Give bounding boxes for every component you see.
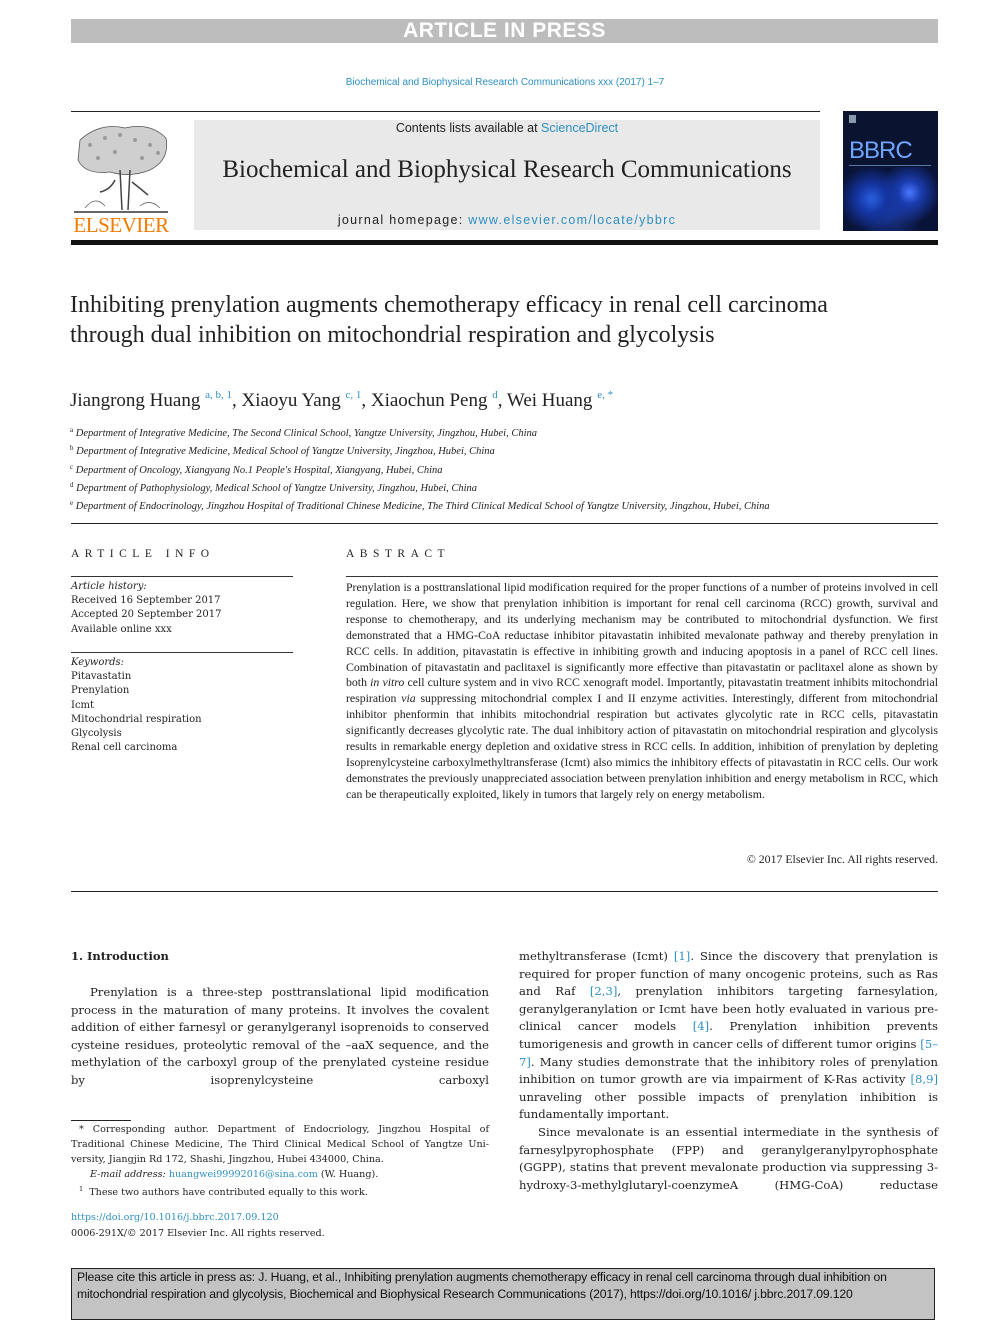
affiliation-key: d	[70, 480, 74, 489]
keyword-item: Renal cell carcinoma	[71, 742, 178, 754]
affiliation-item: e Department of Endocrinology, Jingzhou …	[70, 496, 830, 514]
affiliation-text: Department of Endocrinology, Jingzhou Ho…	[75, 501, 770, 513]
author-affiliation-marker[interactable]: a, b, 1	[205, 389, 232, 401]
footnote-marker: 1	[79, 1185, 84, 1193]
author-separator: ,	[361, 390, 371, 411]
doi-block: https://doi.org/10.1016/j.bbrc.2017.09.1…	[71, 1210, 489, 1241]
intro-left-column: Prenylation is a three-step posttranslat…	[71, 984, 489, 1090]
journal-reference-link[interactable]: Biochemical and Biophysical Research Com…	[0, 77, 992, 88]
keyword-item: Icmt	[71, 699, 95, 711]
citation-link[interactable]: [1]	[674, 949, 690, 963]
header-rule	[71, 111, 820, 112]
affiliation-text: Department of Integrative Medicine, The …	[75, 428, 537, 439]
author-name: Wei Huang	[506, 390, 593, 411]
masthead-thick-rule	[71, 240, 938, 245]
affiliation-key: a	[70, 426, 74, 434]
email-note: E-mail address: huangwei99992016@sina.co…	[71, 1167, 489, 1182]
affiliation-item: c Department of Oncology, Xiangyang No.1…	[70, 460, 830, 478]
introduction-heading: 1. Introduction	[71, 949, 169, 963]
citation-link[interactable]: [2,3]	[590, 984, 617, 998]
corresponding-author-note: * Corresponding author. Department of En…	[71, 1124, 489, 1165]
email-suffix: (W. Huang).	[317, 1169, 379, 1180]
issn-copyright: 0006-291X/© 2017 Elsevier Inc. All right…	[71, 1227, 325, 1239]
abstract-segment: Prenylation is a posttranslational lipid…	[346, 580, 938, 690]
abstract-text: Prenylation is a posttranslational lipid…	[346, 580, 938, 803]
article-history: Article history: Received 16 September 2…	[71, 580, 293, 637]
journal-cover-image[interactable]: BBRC	[843, 111, 938, 231]
author-affiliation-marker[interactable]: e, *	[597, 389, 613, 401]
author-name: Xiaoyu Yang	[241, 390, 341, 411]
affiliation-text: Department of Integrative Medicine, Medi…	[76, 446, 495, 458]
journal-title: Biochemical and Biophysical Research Com…	[222, 156, 792, 183]
intro-right-column: methyltransferase (Icmt) [1]. Since the …	[519, 948, 938, 1194]
citation-link[interactable]: [8,9]	[911, 1072, 938, 1086]
keywords-rule	[71, 652, 293, 653]
intro-paragraph: methyltransferase (Icmt) [1]. Since the …	[519, 948, 938, 1124]
journal-homepage-link[interactable]: www.elsevier.com/locate/ybbrc	[468, 213, 676, 227]
affiliation-text: Department of Oncology, Xiangyang No.1 P…	[75, 464, 443, 476]
equal-contribution-text: These two authors have contributed equal…	[89, 1187, 368, 1198]
affiliation-key: c	[70, 462, 74, 471]
abstract-copyright: © 2017 Elsevier Inc. All rights reserved…	[746, 852, 938, 866]
abstract-heading: ABSTRACT	[346, 548, 451, 560]
affiliation-item: d Department of Pathophysiology, Medical…	[70, 478, 830, 496]
abstract-segment: suppressing mitochondrial complex I and …	[346, 691, 938, 801]
history-accepted: Accepted 20 September 2017	[71, 609, 222, 621]
contents-available-line: Contents lists available at ScienceDirec…	[194, 121, 820, 135]
affiliation-text: Department of Pathophysiology, Medical S…	[76, 482, 478, 494]
contents-prefix: Contents lists available at	[395, 121, 542, 135]
elsevier-wordmark: ELSEVIER	[73, 213, 169, 237]
author-name: Xiaochun Peng	[370, 390, 488, 411]
article-in-press-banner: ARTICLE IN PRESS	[71, 19, 938, 43]
journal-homepage-line: journal homepage: www.elsevier.com/locat…	[194, 213, 820, 227]
sciencedirect-link[interactable]: ScienceDirect	[541, 121, 618, 135]
article-title: Inhibiting prenylation augments chemothe…	[70, 292, 828, 348]
equal-contribution-note: 1 These two authors have contributed equ…	[71, 1182, 489, 1200]
abstract-bottom-rule	[71, 891, 938, 892]
article-history-label: Article history:	[71, 581, 147, 592]
history-received: Received 16 September 2017	[71, 595, 221, 607]
affiliation-key: b	[70, 444, 74, 453]
email-label: E-mail address:	[90, 1169, 166, 1180]
article-info-rule	[71, 576, 293, 577]
affiliation-key: e	[70, 499, 74, 508]
keyword-item: Prenylation	[71, 685, 130, 697]
affiliation-item: a Department of Integrative Medicine, Th…	[70, 423, 830, 441]
doi-link[interactable]: https://doi.org/10.1016/j.bbrc.2017.09.1…	[71, 1210, 489, 1226]
homepage-prefix: journal homepage:	[337, 213, 469, 227]
citation-link[interactable]: [4]	[693, 1019, 709, 1033]
cover-emblem-icon	[849, 115, 856, 123]
cover-subtitle-line	[849, 165, 931, 166]
cover-title: BBRC	[849, 137, 913, 164]
keyword-item: Glycolysis	[71, 728, 122, 740]
footnote-rule	[71, 1120, 131, 1121]
author-separator: ,	[497, 390, 507, 411]
article-info-heading: ARTICLE INFO	[71, 548, 215, 560]
affiliation-item: b Department of Integrative Medicine, Me…	[70, 441, 830, 459]
author-name: Jiangrong Huang	[70, 390, 201, 411]
keyword-item: Pitavastatin	[71, 671, 132, 683]
affiliation-list: a Department of Integrative Medicine, Th…	[70, 423, 830, 514]
section-divider	[71, 523, 938, 524]
intro-text-segment: unraveling other possible impacts of pre…	[519, 1089, 938, 1122]
history-online: Available online xxx	[71, 623, 172, 635]
intro-paragraph: Prenylation is a three-step posttranslat…	[71, 985, 489, 1087]
abstract-rule	[346, 576, 938, 577]
keywords-list: Keywords: Pitavastatin Prenylation Icmt …	[71, 656, 293, 755]
intro-text-segment: . Many studies demonstrate that the inhi…	[519, 1054, 938, 1087]
abstract-italic: via	[401, 691, 416, 706]
intro-paragraph: Since mevalonate is an essential interme…	[519, 1124, 938, 1192]
keyword-item: Mitochondrial respiration	[71, 713, 202, 725]
author-list: Jiangrong Huang a, b, 1, Xiaoyu Yang c, …	[70, 389, 870, 412]
cover-bokeh-graphic	[843, 167, 938, 231]
citation-box: Please cite this article in press as: J.…	[71, 1268, 935, 1320]
intro-text-segment: methyltransferase (Icmt)	[519, 949, 674, 963]
footnotes: * Corresponding author. Department of En…	[71, 1122, 489, 1200]
abstract-italic: in vitro	[370, 675, 405, 690]
author-affiliation-marker[interactable]: c, 1	[345, 389, 361, 401]
email-link[interactable]: huangwei99992016@sina.com	[169, 1169, 318, 1180]
keywords-label: Keywords:	[71, 657, 125, 668]
